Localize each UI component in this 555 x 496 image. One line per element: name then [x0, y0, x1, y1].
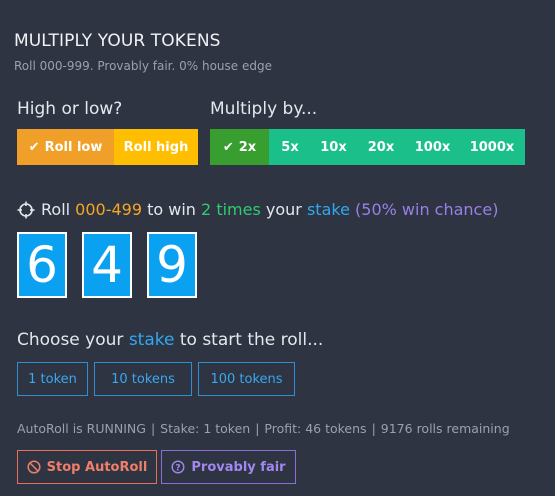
multiply-label: Multiply by...: [210, 99, 318, 119]
result-digit: 4: [82, 232, 132, 298]
multiplier-2x-button[interactable]: ✔ 2x: [210, 129, 269, 165]
multiplier-10x-button[interactable]: 10x: [311, 129, 356, 165]
multiplier-times: 2 times: [201, 200, 261, 219]
roll-high-label: Roll high: [123, 139, 189, 155]
check-icon: ✔: [28, 139, 40, 155]
separator: |: [255, 421, 260, 436]
stake-word: stake: [128, 330, 175, 350]
roll-high-button[interactable]: Roll high: [114, 129, 198, 165]
svg-text:?: ?: [176, 463, 181, 473]
multiplier-label: 20x: [367, 139, 395, 155]
stop-autoroll-button[interactable]: Stop AutoRoll: [17, 450, 157, 484]
multiplier-label: 2x: [238, 139, 257, 155]
action-buttons: Stop AutoRoll ? Provably fair: [17, 450, 296, 484]
stake-10-tokens-button[interactable]: 10 tokens: [94, 362, 192, 396]
ban-icon: [27, 460, 41, 474]
provably-fair-label: Provably fair: [191, 459, 286, 475]
page-title: MULTIPLY YOUR TOKENS: [14, 31, 221, 51]
to-win-text: to win: [147, 200, 196, 219]
check-icon: ✔: [222, 139, 234, 155]
separator: |: [371, 421, 376, 436]
crosshair-icon: [17, 201, 35, 218]
multiplier-label: 10x: [320, 139, 347, 155]
rolls-remaining: 9176 rolls remaining: [380, 421, 510, 436]
autoroll-status: AutoRoll is RUNNING | Stake: 1 token | Profi…: [17, 421, 510, 436]
multiplier-5x-button[interactable]: 5x: [269, 129, 311, 165]
choose-suffix: to start the roll...: [179, 330, 324, 350]
roll-range: 000-499: [75, 200, 143, 219]
multiplier-label: 1000x: [469, 139, 515, 155]
result-digit: 9: [147, 232, 197, 298]
question-circle-icon: ?: [171, 460, 185, 474]
roll-low-label: Roll low: [44, 139, 103, 155]
multiplier-100x-button[interactable]: 100x: [406, 129, 459, 165]
choose-stake-heading: Choose your stake to start the roll...: [17, 330, 323, 350]
autoroll-profit: Profit: 46 tokens: [264, 421, 367, 436]
separator: |: [150, 421, 156, 436]
autoroll-state: AutoRoll is RUNNING: [17, 421, 146, 436]
stake-word: stake: [306, 200, 350, 219]
multiply-group: ✔ 2x 5x 10x 20x 100x 1000x: [210, 129, 525, 165]
stake-100-tokens-button[interactable]: 100 tokens: [198, 362, 295, 396]
multiplier-label: 100x: [414, 139, 451, 155]
roll-summary: Roll 000-499 to win 2 times your stake (…: [17, 200, 498, 219]
choose-prefix: Choose your: [17, 330, 124, 350]
provably-fair-button[interactable]: ? Provably fair: [161, 450, 296, 484]
stop-autoroll-label: Stop AutoRoll: [46, 459, 148, 475]
multiplier-20x-button[interactable]: 20x: [356, 129, 406, 165]
autoroll-stake: Stake: 1 token: [160, 421, 251, 436]
high-low-group: ✔ Roll low Roll high: [17, 129, 198, 165]
multiplier-1000x-button[interactable]: 1000x: [459, 129, 525, 165]
high-low-label: High or low?: [17, 99, 123, 119]
roll-low-button[interactable]: ✔ Roll low: [17, 129, 114, 165]
your-text: your: [265, 200, 302, 219]
page-subtitle: Roll 000-999. Provably fair. 0% house ed…: [14, 59, 272, 73]
result-digit: 6: [17, 232, 67, 298]
roll-result-digits: 6 4 9: [17, 232, 197, 298]
stake-options: 1 token 10 tokens 100 tokens: [17, 362, 295, 396]
stake-1-token-button[interactable]: 1 token: [17, 362, 88, 396]
win-chance: (50% win chance): [355, 200, 499, 219]
roll-prefix: Roll: [41, 200, 71, 219]
multiplier-label: 5x: [281, 139, 299, 155]
